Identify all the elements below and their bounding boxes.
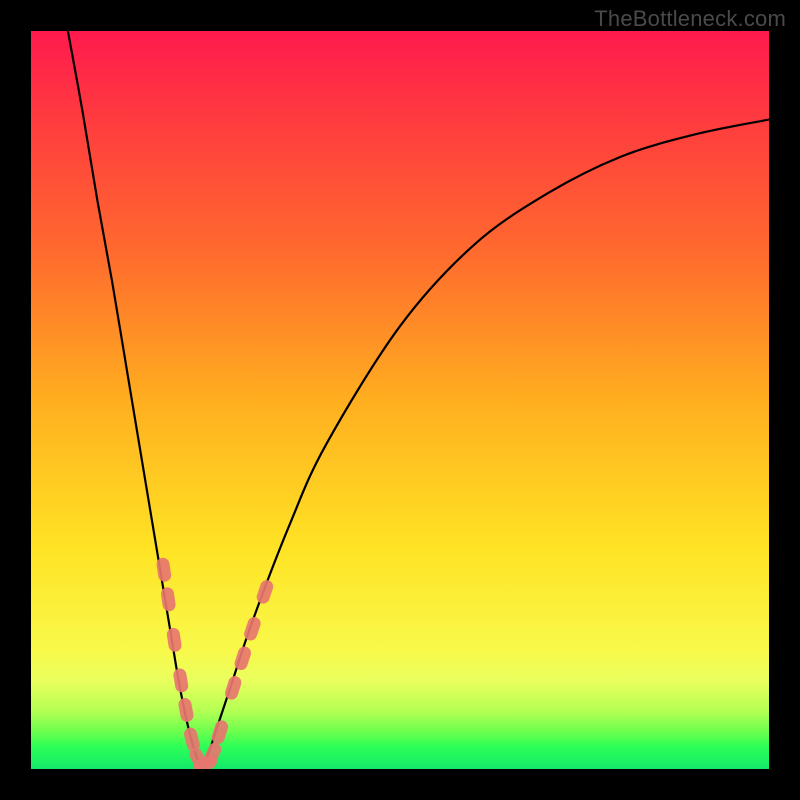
data-marker <box>172 668 189 694</box>
chart-frame: TheBottleneck.com <box>0 0 800 800</box>
watermark-text: TheBottleneck.com <box>594 6 786 32</box>
data-marker <box>160 586 176 612</box>
data-marker <box>166 627 183 653</box>
curve-svg <box>31 31 769 769</box>
plot-area <box>31 31 769 769</box>
data-marker <box>156 557 172 583</box>
data-marker <box>177 697 194 723</box>
data-marker <box>255 578 275 605</box>
marker-group <box>156 557 275 769</box>
bottleneck-curve <box>68 31 769 765</box>
